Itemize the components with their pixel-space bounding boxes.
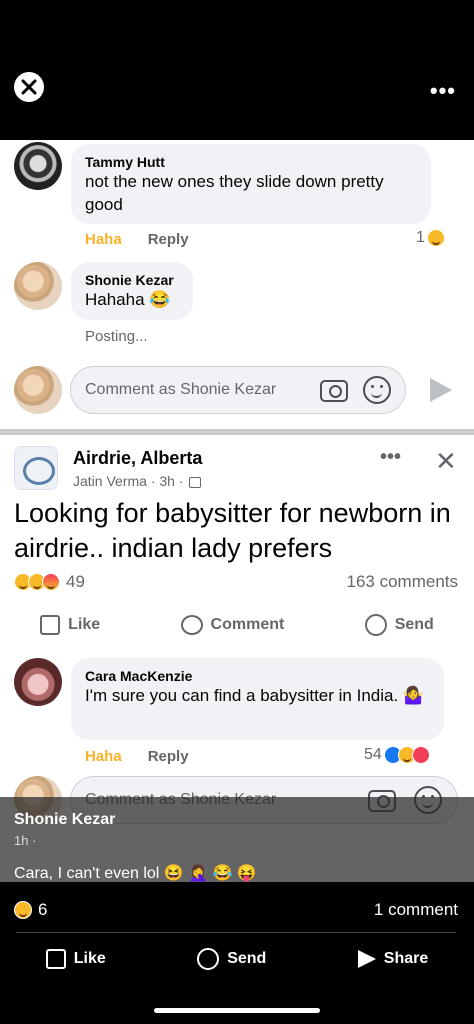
avatar[interactable]	[14, 142, 62, 190]
camera-icon[interactable]	[320, 380, 348, 402]
divider	[16, 932, 456, 933]
post-divider	[0, 429, 474, 435]
like-button[interactable]: Like	[40, 615, 100, 635]
group-avatar[interactable]	[14, 446, 58, 490]
share-label: Share	[383, 950, 429, 967]
comment-text: not the new ones they slide down pretty …	[85, 172, 384, 214]
post-reactions[interactable]: 6	[14, 900, 47, 920]
angry-emoji-icon	[42, 573, 60, 591]
comment-reaction-count[interactable]: 1	[416, 229, 445, 247]
share-icon	[357, 950, 376, 968]
commenter-name[interactable]: Cara MacKenzie	[85, 668, 430, 684]
hide-post-button[interactable]: ✕	[435, 446, 457, 477]
poster-name[interactable]: Shonie Kezar	[14, 811, 115, 829]
comment-text: Hahaha 😂	[85, 290, 171, 309]
post-reactions[interactable]: 49	[14, 572, 85, 592]
reaction-count-number: 1	[416, 229, 425, 246]
reaction-count: 49	[66, 572, 85, 591]
messenger-icon	[197, 948, 220, 970]
comment-button[interactable]: Comment	[180, 615, 285, 635]
reaction-count-number: 54	[364, 746, 382, 763]
comment-label: Comment	[210, 616, 285, 633]
feed-area: Tammy Hutt not the new ones they slide d…	[0, 140, 474, 882]
comment-reaction-count[interactable]: 54	[364, 746, 430, 764]
comment-count[interactable]: 1 comment	[374, 900, 458, 920]
bottom-action-bar: Like Send Share	[0, 948, 474, 970]
group-name[interactable]: Airdrie, Alberta	[73, 448, 202, 469]
post-body: Looking for babysitter for newborn in ai…	[14, 498, 451, 563]
avatar	[14, 366, 62, 414]
group-privacy-icon	[189, 476, 202, 488]
like-icon	[40, 615, 61, 635]
comment-actions: Haha Reply	[85, 231, 189, 248]
comment-actions: Haha Reply	[85, 748, 189, 765]
send-button[interactable]: Send	[197, 948, 266, 970]
comment-count[interactable]: 163 comments	[347, 572, 459, 592]
avatar[interactable]	[14, 262, 62, 310]
comment-text: I'm sure you can find a babysitter in In…	[85, 686, 425, 705]
heart-emoji-icon	[411, 746, 430, 764]
share-button[interactable]: Share	[357, 950, 429, 968]
send-icon[interactable]	[430, 378, 452, 402]
send-label: Send	[227, 950, 267, 967]
comment-bubble: Tammy Hutt not the new ones they slide d…	[71, 144, 431, 224]
more-options-button[interactable]: •••	[430, 78, 456, 104]
comment-input-placeholder: Comment as Shonie Kezar	[85, 381, 277, 398]
emoji-icon[interactable]	[363, 376, 391, 404]
haha-emoji-icon	[14, 901, 32, 919]
top-bar: •••	[0, 0, 474, 140]
post-caption: Cara, I can't even lol 😆 🤦‍♀️ 😂 😝	[14, 865, 257, 882]
commenter-name[interactable]: Shonie Kezar	[85, 272, 179, 288]
commenter-name[interactable]: Tammy Hutt	[85, 154, 417, 170]
send-label: Send	[394, 616, 434, 633]
reaction-count: 6	[38, 900, 48, 919]
close-icon	[21, 79, 37, 95]
avatar[interactable]	[14, 658, 62, 706]
reply-button[interactable]: Reply	[148, 231, 189, 248]
home-indicator[interactable]	[154, 1008, 320, 1013]
comment-bubble: Shonie Kezar Hahaha 😂	[71, 262, 193, 320]
whatsapp-icon	[364, 614, 387, 636]
post-time: 1h ·	[14, 833, 37, 848]
post-meta: Jatin Verma · 3h ·	[73, 473, 202, 489]
reply-button[interactable]: Reply	[148, 748, 189, 765]
haha-reaction-button[interactable]: Haha	[85, 231, 122, 248]
haha-reaction-button[interactable]: Haha	[85, 748, 122, 765]
send-button[interactable]: Send	[364, 614, 434, 636]
post-action-bar: Like Comment Send	[0, 614, 474, 636]
comment-bubble: Cara MacKenzie I'm sure you can find a b…	[71, 658, 444, 740]
like-button[interactable]: Like	[45, 949, 106, 969]
posting-status: Posting...	[85, 328, 148, 345]
author-meta[interactable]: Jatin Verma · 3h ·	[73, 473, 184, 489]
comment-input[interactable]: Comment as Shonie Kezar	[70, 366, 406, 414]
bottom-bar: 6 1 comment Like Send Share	[0, 882, 474, 1024]
haha-emoji-icon	[426, 229, 445, 247]
like-icon	[45, 949, 66, 969]
close-button[interactable]	[14, 72, 44, 102]
like-label: Like	[68, 616, 101, 633]
post-more-button[interactable]: •••	[380, 446, 401, 469]
comment-icon	[180, 615, 203, 635]
story-caption-overlay: Shonie Kezar 1h · Cara, I can't even lol…	[0, 797, 474, 882]
like-label: Like	[73, 950, 106, 967]
